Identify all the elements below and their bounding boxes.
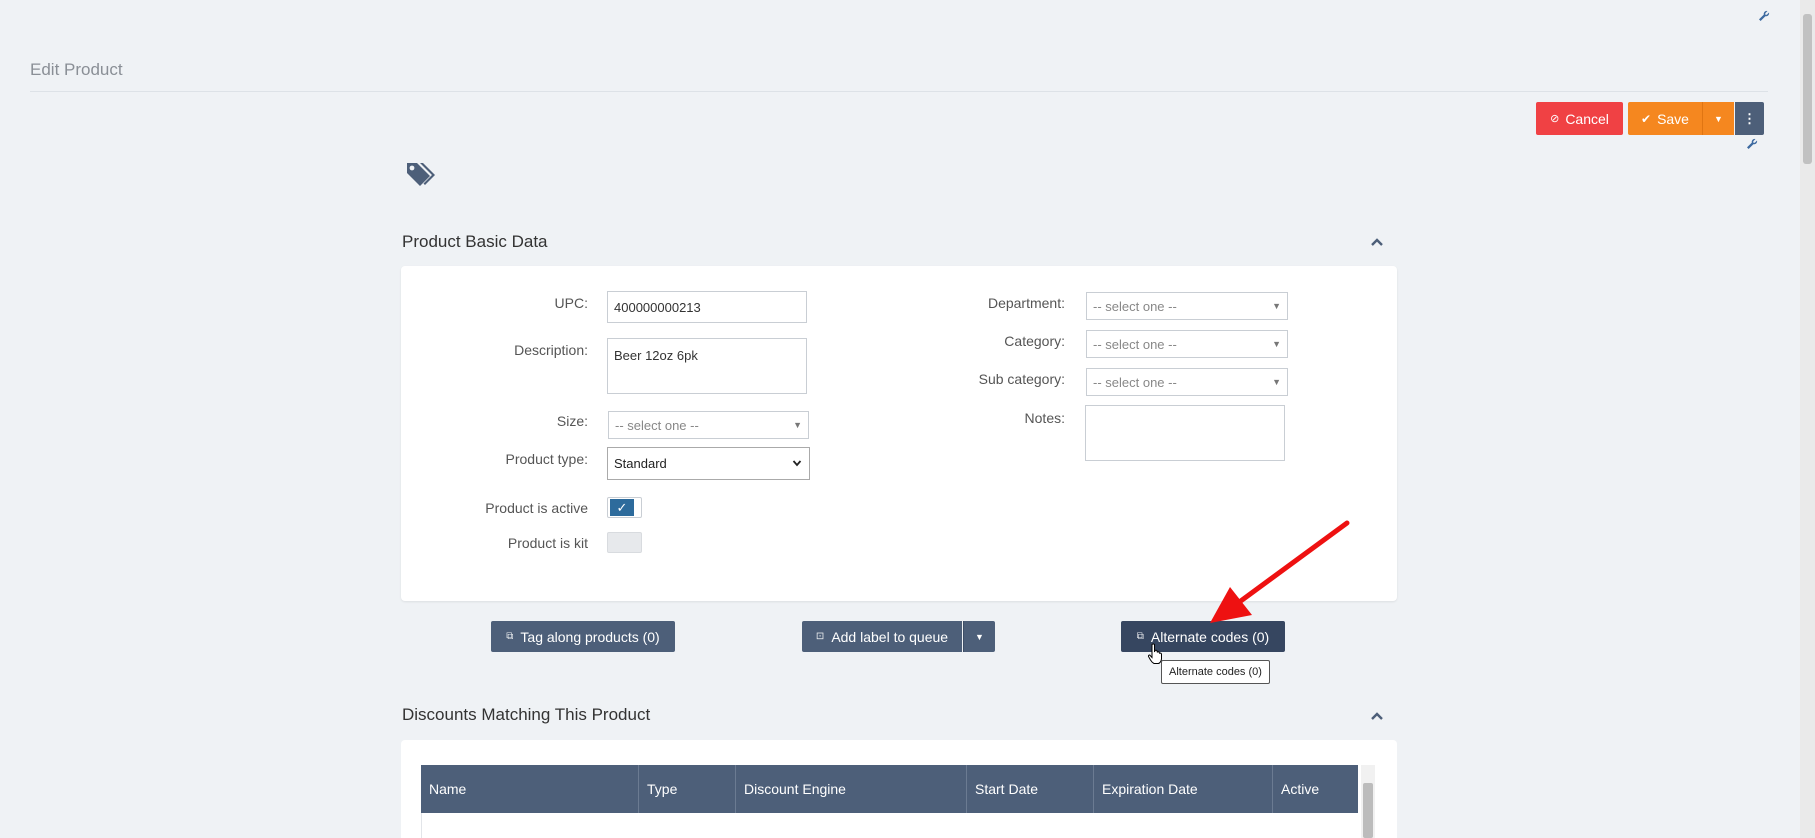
chevron-up-icon[interactable] <box>1370 234 1384 252</box>
product-kit-label: Product is kit <box>507 535 588 551</box>
table-row <box>421 813 1358 838</box>
page-scrollbar[interactable] <box>1800 0 1815 838</box>
size-label: Size: <box>556 413 588 429</box>
kebab-menu-icon: ⋮ <box>1743 111 1756 126</box>
save-button[interactable]: ✔ Save <box>1628 102 1702 135</box>
department-select[interactable]: -- select one -- ▼ <box>1086 292 1288 320</box>
cancel-button[interactable]: ⊘ Cancel <box>1536 102 1623 135</box>
notes-textarea[interactable] <box>1085 405 1285 461</box>
add-label-to-queue-button[interactable]: ⊡ Add label to queue <box>802 621 962 652</box>
red-arrow-annotation <box>1200 515 1360 633</box>
size-placeholder: -- select one -- <box>615 417 699 433</box>
category-label: Category: <box>1004 333 1065 349</box>
more-options-button[interactable]: ⋮ <box>1735 102 1764 135</box>
column-header-name[interactable]: Name <box>421 765 639 813</box>
product-active-label: Product is active <box>485 500 588 516</box>
wrench-icon[interactable] <box>1758 10 1770 25</box>
caret-down-icon: ▼ <box>975 631 984 642</box>
add-label-dropdown-button[interactable]: ▼ <box>963 621 995 652</box>
page-scrollbar-thumb[interactable] <box>1803 14 1812 164</box>
check-icon: ✔ <box>1641 111 1652 126</box>
save-dropdown-button[interactable]: ▼ <box>1702 102 1734 135</box>
label-icon: ⊡ <box>815 631 825 642</box>
category-placeholder: -- select one -- <box>1093 336 1177 352</box>
category-select[interactable]: -- select one -- ▼ <box>1086 330 1288 358</box>
title-divider <box>30 91 1768 92</box>
chevron-down-icon <box>792 456 802 471</box>
tag-along-label: Tag along products (0) <box>520 628 660 645</box>
tags-icon <box>405 160 439 193</box>
page-title: Edit Product <box>30 60 123 79</box>
description-textarea[interactable]: Beer 12oz 6pk <box>607 338 807 394</box>
subcategory-placeholder: -- select one -- <box>1093 374 1177 390</box>
column-header-discount-engine[interactable]: Discount Engine <box>736 765 967 813</box>
tag-along-products-button[interactable]: ⧉ Tag along products (0) <box>491 621 675 652</box>
wrench-icon[interactable] <box>1746 138 1758 153</box>
check-icon: ✓ <box>610 499 634 516</box>
add-label-text: Add label to queue <box>831 628 949 645</box>
product-basic-data-title: Product Basic Data <box>402 232 548 251</box>
caret-down-icon: ▼ <box>1272 301 1281 311</box>
chevron-up-icon[interactable] <box>1370 708 1384 726</box>
table-scrollbar[interactable] <box>1361 765 1375 838</box>
cancel-icon: ⊘ <box>1550 113 1560 125</box>
product-type-select[interactable]: Standard <box>607 447 810 480</box>
size-select[interactable]: -- select one -- ▼ <box>608 411 809 439</box>
column-header-expiration-date[interactable]: Expiration Date <box>1094 765 1273 813</box>
upc-value: 400000000213 <box>614 299 701 315</box>
description-label: Description: <box>514 342 588 358</box>
department-label: Department: <box>987 295 1065 311</box>
notes-label: Notes: <box>1024 410 1065 426</box>
product-type-label: Product type: <box>505 451 589 467</box>
save-label: Save <box>1657 110 1689 127</box>
upc-label: UPC: <box>554 295 588 311</box>
external-link-icon: ⧉ <box>506 631 514 642</box>
column-header-active[interactable]: Active <box>1273 765 1358 813</box>
subcategory-label: Sub category: <box>978 371 1065 387</box>
discounts-table-header: Name Type Discount Engine Start Date Exp… <box>421 765 1358 813</box>
product-kit-toggle[interactable] <box>607 532 642 553</box>
product-active-toggle[interactable]: ✓ <box>607 497 642 518</box>
description-value: Beer 12oz 6pk <box>614 348 698 363</box>
column-header-type[interactable]: Type <box>639 765 736 813</box>
caret-down-icon: ▼ <box>1272 339 1281 349</box>
discounts-section-title: Discounts Matching This Product <box>402 705 651 724</box>
table-scrollbar-thumb[interactable] <box>1363 783 1373 838</box>
product-type-value: Standard <box>614 456 667 471</box>
caret-down-icon: ▼ <box>1272 377 1281 387</box>
caret-down-icon: ▼ <box>793 420 802 430</box>
upc-input[interactable]: 400000000213 <box>607 291 807 323</box>
alternate-codes-tooltip: Alternate codes (0) <box>1161 660 1270 684</box>
subcategory-select[interactable]: -- select one -- ▼ <box>1086 368 1288 396</box>
cancel-label: Cancel <box>1565 110 1609 127</box>
external-link-icon: ⧉ <box>1136 631 1144 642</box>
department-placeholder: -- select one -- <box>1093 298 1177 314</box>
column-header-start-date[interactable]: Start Date <box>967 765 1094 813</box>
caret-down-icon: ▼ <box>1714 113 1723 124</box>
